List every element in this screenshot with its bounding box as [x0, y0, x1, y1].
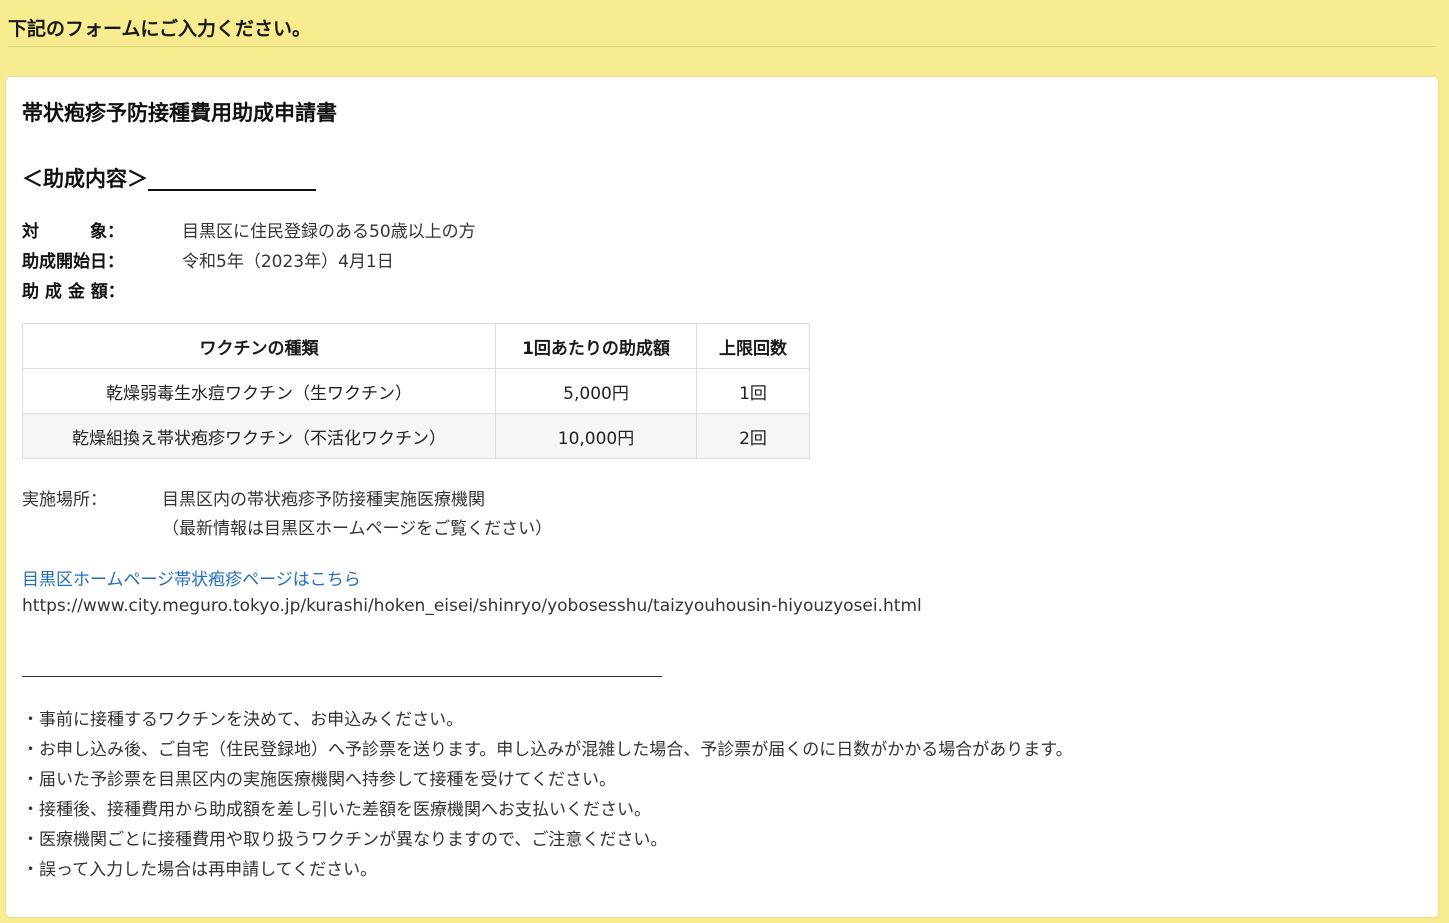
section-heading-subsidy: ＜助成内容＞________________	[22, 167, 316, 191]
header-divider	[8, 46, 1436, 47]
table-cell-vaccine: 乾燥弱毒生水痘ワクチン（生ワクチン）	[22, 368, 496, 414]
list-item: ・接種後、接種費用から助成額を差し引いた差額を医療機関へお支払いください。	[22, 800, 651, 820]
column-header-limit: 上限回数	[696, 323, 810, 369]
homepage-url: https://www.city.meguro.tokyo.jp/kurashi…	[22, 596, 922, 616]
place-note: （最新情報は目黒区ホームページをご覧ください）	[162, 519, 553, 539]
table-cell-limit: 1回	[696, 368, 810, 414]
table-header-row: ワクチンの種類 1回あたりの助成額 上限回数	[22, 323, 810, 369]
form-instruction: 下記のフォームにご入力ください。	[8, 18, 312, 40]
form-card: 帯状疱疹予防接種費用助成申請書 ＜助成内容＞________________ 対…	[6, 77, 1438, 917]
column-header-vaccine-type: ワクチンの種類	[22, 323, 496, 369]
table-cell-amount: 5,000円	[495, 368, 697, 414]
info-label-amount: 助 成 金 額：	[22, 282, 125, 302]
info-label-target: 対 象：	[22, 222, 124, 242]
subsidy-table: ワクチンの種類 1回あたりの助成額 上限回数 乾燥弱毒生水痘ワクチン（生ワクチン…	[22, 323, 810, 459]
notes-list: ・事前に接種するワクチンを決めて、お申込みください。 ・お申し込み後、ご自宅（住…	[22, 705, 1073, 885]
homepage-link[interactable]: 目黒区ホームページ帯状疱疹ページはこちら	[22, 565, 361, 590]
info-value-start-date: 令和5年（2023年）4月1日	[182, 252, 394, 272]
list-item: ・誤って入力した場合は再申請してください。	[22, 860, 378, 880]
table-row: 乾燥組換え帯状疱疹ワクチン（不活化ワクチン） 10,000円 2回	[22, 413, 810, 459]
form-title: 帯状疱疹予防接種費用助成申請書	[22, 101, 337, 125]
table-cell-amount: 10,000円	[495, 413, 697, 459]
table-cell-vaccine: 乾燥組換え帯状疱疹ワクチン（不活化ワクチン）	[22, 413, 496, 459]
list-item: ・お申し込み後、ご自宅（住民登録地）へ予診票を送ります。申し込みが混雑した場合、…	[22, 740, 1073, 760]
table-row: 乾燥弱毒生水痘ワクチン（生ワクチン） 5,000円 1回	[22, 368, 810, 414]
list-item: ・医療機関ごとに接種費用や取り扱うワクチンが異なりますので、ご注意ください。	[22, 830, 668, 850]
place-value: 目黒区内の帯状疱疹予防接種実施医療機関	[162, 490, 485, 510]
info-value-target: 目黒区に住民登録のある50歳以上の方	[182, 222, 476, 242]
column-header-amount: 1回あたりの助成額	[495, 323, 697, 369]
header-bar: 下記のフォームにご入力ください。	[0, 0, 1449, 47]
list-item: ・事前に接種するワクチンを決めて、お申込みください。	[22, 710, 464, 730]
divider-line	[22, 676, 662, 677]
list-item: ・届いた予診票を目黒区内の実施医療機関へ持参して接種を受けてください。	[22, 770, 616, 790]
info-label-start-date: 助成開始日：	[22, 252, 124, 272]
table-cell-limit: 2回	[696, 413, 810, 459]
place-label: 実施場所：	[22, 490, 107, 510]
